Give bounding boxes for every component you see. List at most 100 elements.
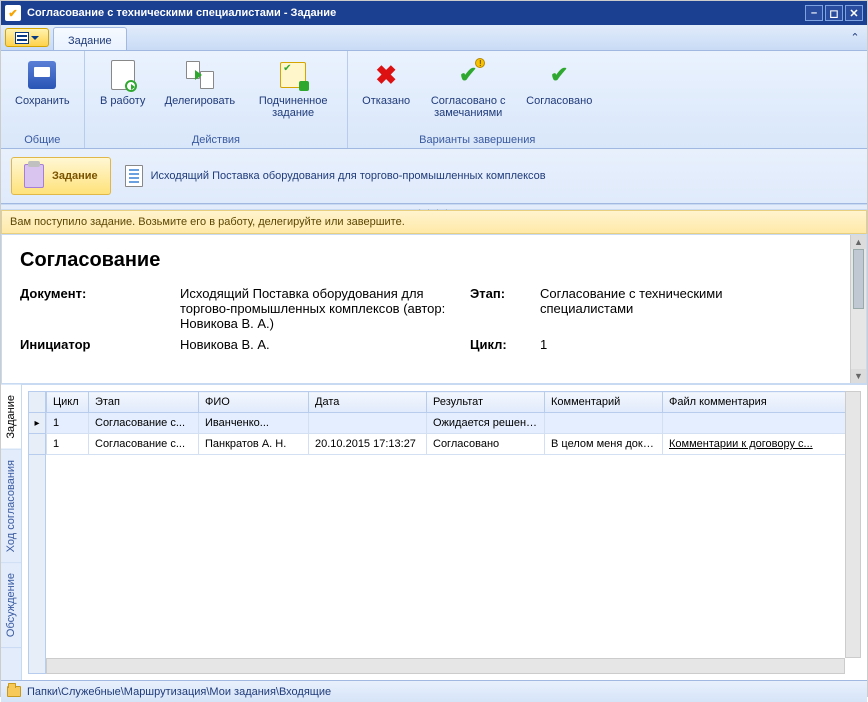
value-document: Исходящий Поставка оборудования для торг… [180,286,470,331]
ribbon-group-actions: В работу Делегировать Подчиненное задани… [85,51,349,148]
cell-fio: Панкратов А. Н. [199,434,309,455]
grid-vertical-scrollbar[interactable] [845,391,861,658]
cell-fio: Иванченко... [199,413,309,434]
to-work-label: В работу [100,95,145,107]
vtab-discussion-label: Обсуждение [5,573,17,637]
task-header-button[interactable]: Задание [11,157,111,195]
status-bar: Папки\Служебные\Маршрутизация\Мои задани… [1,680,867,702]
ribbon-group-outcomes: ✖ Отказано ✔! Согласовано с замечаниями … [348,51,606,148]
collapse-ribbon-button[interactable]: ⌃ [843,25,867,50]
tab-label: Задание [68,35,112,47]
save-icon [28,61,56,89]
task-header-label: Задание [52,170,98,182]
cell-date: 20.10.2015 17:13:27 [309,434,427,455]
approval-grid: Цикл Этап ФИО Дата Результат Комментарий… [46,391,861,455]
tab-task[interactable]: Задание [53,27,127,50]
quick-access-bar: Задание ⌃ [1,25,867,51]
scroll-down-icon[interactable]: ▼ [851,369,866,383]
quick-access-menu-button[interactable] [5,28,49,47]
row-header-blank2 [29,434,45,455]
cell-cycle: 1 [47,413,89,434]
minimize-button[interactable]: – [805,5,823,21]
label-document: Документ: [20,286,180,331]
to-work-button[interactable]: В работу [93,55,153,132]
col-result[interactable]: Результат [427,392,545,413]
group-label-actions: Действия [93,132,340,146]
label-initiator: Инициатор [20,337,180,352]
subtask-button[interactable]: Подчиненное задание [247,55,339,132]
cell-file-link[interactable]: Комментарии к договору с... [663,434,861,455]
cell-file [663,413,861,434]
clipboard-icon [24,164,44,188]
close-button[interactable]: ✕ [845,5,863,21]
delegate-icon [186,61,214,89]
col-fio[interactable]: ФИО [199,392,309,413]
window-buttons: – ◻ ✕ [805,5,863,21]
agreed-label: Согласовано [526,95,592,107]
cell-result: Ожидается решение [427,413,545,434]
list-icon [15,32,29,44]
titlebar: ✔ Согласование с техническими специалист… [1,1,867,25]
value-cycle: 1 [540,337,800,352]
save-label: Сохранить [15,95,70,107]
lower-pane: Задание Ход согласования Обсуждение ▸ Ци… [1,384,867,680]
rejected-label: Отказано [362,95,410,107]
delegate-label: Делегировать [165,95,236,107]
app-icon: ✔ [5,5,21,21]
folder-icon [7,686,21,697]
ribbon-group-common: Сохранить Общие [1,51,85,148]
document-link-label: Исходящий Поставка оборудования для торг… [151,170,546,182]
check-icon: ✔ [550,62,568,88]
ribbon: Сохранить Общие В работу Делегировать По… [1,51,867,149]
rejected-button[interactable]: ✖ Отказано [356,55,416,132]
label-stage: Этап: [470,286,540,331]
vertical-tabs: Задание Ход согласования Обсуждение [1,385,22,680]
details-grid: Документ: Исходящий Поставка оборудовани… [20,286,848,352]
vtab-task-label: Задание [5,395,17,439]
check-warn-icon: ✔! [459,62,477,88]
header-bar: Задание Исходящий Поставка оборудования … [1,149,867,204]
grid-header-row: Цикл Этап ФИО Дата Результат Комментарий… [47,392,861,413]
col-comment[interactable]: Комментарий [545,392,663,413]
label-cycle: Цикл: [470,337,540,352]
info-text: Вам поступило задание. Возьмите его в ра… [10,216,405,228]
table-row[interactable]: 1 Согласование с... Панкратов А. Н. 20.1… [47,434,861,455]
group-label-outcomes: Варианты завершения [356,132,598,146]
breadcrumb[interactable]: Папки\Служебные\Маршрутизация\Мои задани… [27,686,331,698]
subtask-label: Подчиненное задание [253,95,333,119]
col-date[interactable]: Дата [309,392,427,413]
reject-icon: ✖ [375,60,397,91]
details-title: Согласование [20,249,848,272]
vtab-task[interactable]: Задание [1,385,21,450]
cell-comment [545,413,663,434]
row-indicator: ▸ [29,413,45,434]
grid-horizontal-scrollbar[interactable] [46,658,845,674]
vtab-progress[interactable]: Ход согласования [1,450,21,563]
save-button[interactable]: Сохранить [9,55,76,132]
details-scrollbar[interactable]: ▲ ▼ [850,235,866,383]
agreed-remarks-button[interactable]: ✔! Согласовано с замечаниями [422,55,514,132]
chevron-down-icon [31,36,39,40]
maximize-button[interactable]: ◻ [825,5,843,21]
vtab-progress-label: Ход согласования [5,460,17,552]
table-row[interactable]: 1 Согласование с... Иванченко... Ожидает… [47,413,861,434]
scroll-up-icon[interactable]: ▲ [851,235,866,249]
grid-zone: ▸ Цикл Этап ФИО Дата Результат Комментар… [22,385,867,680]
window-title: Согласование с техническими специалистам… [27,7,805,19]
delegate-button[interactable]: Делегировать [159,55,242,132]
row-header-blank [29,392,45,413]
document-icon [125,165,143,187]
cell-stage: Согласование с... [89,434,199,455]
scroll-thumb[interactable] [853,249,864,309]
col-stage[interactable]: Этап [89,392,199,413]
agreed-button[interactable]: ✔ Согласовано [520,55,598,132]
cell-date [309,413,427,434]
col-cycle[interactable]: Цикл [47,392,89,413]
col-file[interactable]: Файл комментария [663,392,861,413]
cell-stage: Согласование с... [89,413,199,434]
cell-comment: В целом меня доку... [545,434,663,455]
document-link[interactable]: Исходящий Поставка оборудования для торг… [125,165,546,187]
row-header-gutter: ▸ [28,391,46,674]
details-panel: Согласование Документ: Исходящий Поставк… [1,234,867,384]
vtab-discussion[interactable]: Обсуждение [1,563,21,648]
